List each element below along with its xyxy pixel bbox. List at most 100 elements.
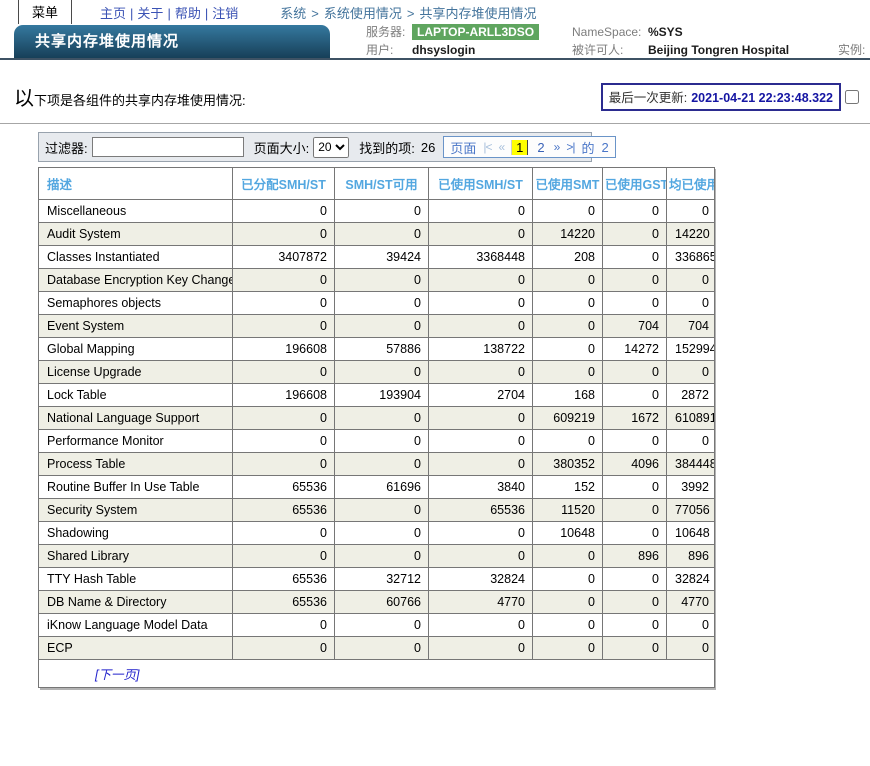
row-label: National Language Support xyxy=(38,406,233,430)
filter-input[interactable] xyxy=(91,137,244,157)
page-title: 共享内存堆使用情况 xyxy=(14,25,330,58)
row-value: 0 xyxy=(602,498,667,522)
row-value: 0 xyxy=(334,521,429,545)
row-value: 0 xyxy=(428,222,533,246)
table-row: Audit System 0 0 0 14220 0 14220 xyxy=(38,222,715,246)
breadcrumb-separator: > xyxy=(406,5,415,21)
row-value: 0 xyxy=(334,613,429,637)
row-label: Shared Library xyxy=(38,544,233,568)
table-row: Database Encryption Key Change 0 0 0 0 0 0 xyxy=(38,268,715,292)
table-row: Global Mapping 196608 57886 138722 0 14272 152… xyxy=(38,337,715,361)
row-value: 0 xyxy=(666,360,715,384)
menu-button[interactable]: 菜单 xyxy=(18,0,73,25)
row-value: 0 xyxy=(602,567,667,591)
server-label: 服务器: xyxy=(366,25,406,39)
row-label: Shadowing xyxy=(38,521,233,545)
row-value: 57886 xyxy=(334,337,429,361)
row-value: 0 xyxy=(602,636,667,660)
row-value: 0 xyxy=(334,429,429,453)
row-value: 0 xyxy=(532,291,603,315)
row-value: 14272 xyxy=(602,337,667,361)
row-value: 896 xyxy=(602,544,667,568)
namespace-value: %SYS xyxy=(648,25,683,39)
page-word-label: 页面 xyxy=(450,140,477,156)
top-link-3[interactable]: 帮助 xyxy=(175,6,201,21)
row-value: 0 xyxy=(666,429,715,453)
row-value: 138722 xyxy=(428,337,533,361)
row-value: 0 xyxy=(602,199,667,223)
row-value: 0 xyxy=(602,521,667,545)
row-value: 0 xyxy=(232,521,335,545)
page-size-label: 页面大小: xyxy=(253,140,310,156)
breadcrumb-item-2[interactable]: 系统使用情况 xyxy=(324,6,402,21)
breadcrumb-item-1[interactable]: 系统 xyxy=(280,6,306,21)
row-label: Global Mapping xyxy=(38,337,233,361)
auto-refresh-checkbox[interactable] xyxy=(845,89,859,104)
row-value: 60766 xyxy=(334,590,429,614)
row-label: TTY Hash Table xyxy=(38,567,233,591)
table-row: iKnow Language Model Data 0 0 0 0 0 0 xyxy=(38,613,715,637)
row-value: 2872 xyxy=(666,383,715,407)
link-separator: | xyxy=(167,5,171,21)
row-value: 0 xyxy=(666,199,715,223)
row-value: 0 xyxy=(232,268,335,292)
row-value: 4770 xyxy=(666,590,715,614)
row-value: 0 xyxy=(232,613,335,637)
row-value: 10648 xyxy=(532,521,603,545)
page-number-2[interactable]: 2 xyxy=(535,140,546,155)
row-value: 0 xyxy=(334,314,429,338)
page-size-select[interactable]: 20 xyxy=(313,136,350,158)
top-bar: 菜单 主页 | 关于 | 帮助 | 注销 系统 > 系统使用情况 > 共享内存堆使用情况 xyxy=(0,0,870,25)
last-page-icon[interactable]: >| xyxy=(566,140,575,154)
row-value: 0 xyxy=(232,429,335,453)
server-name-badge: LAPTOP-ARLL3DSO xyxy=(412,24,540,40)
top-link-1[interactable]: 主页 xyxy=(100,6,126,21)
table-row: License Upgrade 0 0 0 0 0 0 xyxy=(38,360,715,384)
row-value: 0 xyxy=(666,613,715,637)
row-value: 3368656 xyxy=(666,245,715,269)
row-value: 39424 xyxy=(334,245,429,269)
total-pages: 2 xyxy=(601,139,609,155)
row-value: 0 xyxy=(532,429,603,453)
row-value: 0 xyxy=(602,268,667,292)
top-link-4[interactable]: 注销 xyxy=(212,6,238,21)
page-header: 共享内存堆使用情况 服务器: LAPTOP-ARLL3DSO NameSpace… xyxy=(0,24,870,58)
row-value: 0 xyxy=(334,268,429,292)
top-link-2[interactable]: 关于 xyxy=(137,6,163,21)
table-row: TTY Hash Table 65536 32712 32824 0 0 32824 xyxy=(38,567,715,591)
first-page-icon[interactable]: |< xyxy=(483,140,492,154)
row-value: 0 xyxy=(666,268,715,292)
last-update-timestamp: 2021-04-21 22:23:48.322 xyxy=(691,90,833,105)
row-value: 77056 xyxy=(666,498,715,522)
row-value: 0 xyxy=(532,567,603,591)
column-header-5: 已使用SMT xyxy=(532,167,603,200)
table-row: Classes Instantiated 3407872 39424 3368448 2… xyxy=(38,245,715,269)
row-value: 0 xyxy=(334,636,429,660)
row-value: 208 xyxy=(532,245,603,269)
row-value: 0 xyxy=(532,268,603,292)
page-number-1[interactable]: 1 xyxy=(511,139,529,155)
table-row: Shared Library 0 0 0 0 896 896 xyxy=(38,544,715,568)
row-label: ECP xyxy=(38,636,233,660)
intro-lead-char: 以 xyxy=(14,88,34,110)
top-links: 主页 | 关于 | 帮助 | 注销 xyxy=(100,3,238,22)
row-value: 14220 xyxy=(532,222,603,246)
row-value: 610891 xyxy=(666,406,715,430)
header-divider xyxy=(0,58,870,60)
row-value: 0 xyxy=(602,475,667,499)
next-page-link[interactable]: [下一页] xyxy=(95,668,139,682)
prev-page-icon[interactable]: « xyxy=(498,140,505,154)
next-page-icon[interactable]: » xyxy=(554,140,561,154)
row-value: 65536 xyxy=(428,498,533,522)
row-value: 32824 xyxy=(428,567,533,591)
row-value: 0 xyxy=(666,291,715,315)
row-value: 152994 xyxy=(666,337,715,361)
row-value: 0 xyxy=(232,636,335,660)
table-row: Event System 0 0 0 0 704 704 xyxy=(38,314,715,338)
row-value: 3992 xyxy=(666,475,715,499)
breadcrumb: 系统 > 系统使用情况 > 共享内存堆使用情况 xyxy=(280,3,536,22)
row-value: 0 xyxy=(532,360,603,384)
row-value: 10648 xyxy=(666,521,715,545)
row-label: Lock Table xyxy=(38,383,233,407)
row-value: 3368448 xyxy=(428,245,533,269)
